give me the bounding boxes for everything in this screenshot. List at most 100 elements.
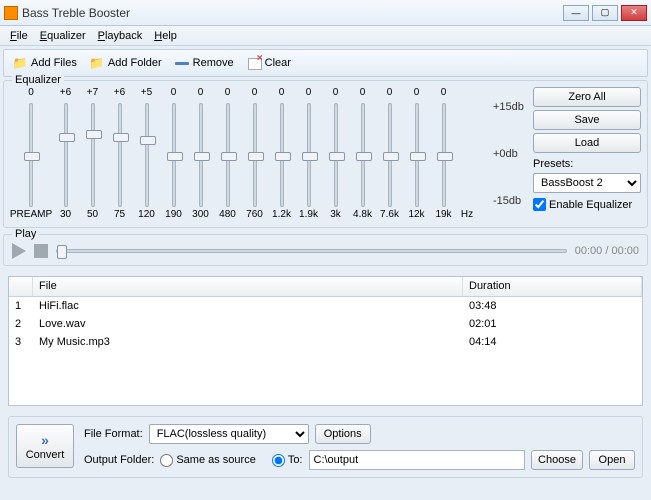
- add-folder-label: Add Folder: [108, 57, 162, 69]
- add-folder-button[interactable]: 📁 Add Folder: [85, 53, 166, 73]
- eq-value: 0: [279, 87, 285, 101]
- menu-playback[interactable]: Playback: [92, 28, 149, 44]
- eq-freq: 300: [192, 209, 209, 223]
- seek-slider[interactable]: [56, 249, 567, 253]
- play-button[interactable]: [12, 243, 26, 259]
- eq-slider[interactable]: [280, 103, 284, 207]
- preamp-slider[interactable]: [29, 103, 33, 207]
- eq-value: 0: [198, 87, 204, 101]
- eq-slider[interactable]: [64, 103, 68, 207]
- row-file: Love.wav: [33, 317, 463, 331]
- enable-equalizer-checkbox[interactable]: Enable Equalizer: [533, 198, 641, 211]
- add-files-button[interactable]: 📁 Add Files: [8, 53, 81, 73]
- same-as-source-radio[interactable]: Same as source: [160, 454, 255, 467]
- menu-help[interactable]: Help: [148, 28, 183, 44]
- table-row[interactable]: 3My Music.mp304:14: [9, 333, 642, 351]
- eq-freq: 4.8k: [353, 209, 372, 223]
- eq-band-12k: 012k: [403, 87, 430, 223]
- eq-band-4.8k: 0 4.8k: [349, 87, 376, 223]
- eq-slider[interactable]: [415, 103, 419, 207]
- to-radio[interactable]: To:: [272, 454, 303, 467]
- time-display: 00:00 / 00:00: [575, 245, 639, 257]
- eq-freq: 7.6k: [380, 209, 399, 223]
- eq-slider[interactable]: [91, 103, 95, 207]
- eq-value: 0: [414, 87, 420, 101]
- play-label: Play: [12, 228, 39, 240]
- file-format-select[interactable]: FLAC(lossless quality): [149, 424, 309, 444]
- eq-slider[interactable]: [334, 103, 338, 207]
- eq-slider[interactable]: [172, 103, 176, 207]
- eq-value: +6: [60, 87, 71, 101]
- eq-band-19k: 019k: [430, 87, 457, 223]
- clear-button[interactable]: Clear: [242, 53, 295, 73]
- open-button[interactable]: Open: [589, 450, 635, 470]
- row-index: 1: [9, 299, 33, 313]
- eq-band-30: +6 30: [52, 87, 79, 223]
- eq-band-300: 0 300: [187, 87, 214, 223]
- zero-all-button[interactable]: Zero All: [533, 87, 641, 107]
- eq-value: 0: [360, 87, 366, 101]
- equalizer-label: Equalizer: [12, 74, 64, 86]
- convert-panel: » Convert File Format: FLAC(lossless qua…: [8, 416, 643, 478]
- choose-button[interactable]: Choose: [531, 450, 583, 470]
- maximize-button[interactable]: ▢: [592, 5, 618, 21]
- file-format-label: File Format:: [84, 428, 143, 440]
- eq-band-1.2k: 01.2k: [268, 87, 295, 223]
- hz-label: Hz: [461, 209, 473, 223]
- clear-icon: [246, 55, 262, 71]
- convert-arrows-icon: »: [41, 432, 49, 448]
- eq-freq: 760: [246, 209, 263, 223]
- eq-slider[interactable]: [226, 103, 230, 207]
- close-button[interactable]: ✕: [621, 5, 647, 21]
- eq-slider[interactable]: [199, 103, 203, 207]
- preamp-value: 0: [28, 87, 34, 101]
- row-duration: 03:48: [463, 299, 642, 313]
- play-panel: Play 00:00 / 00:00: [3, 234, 648, 266]
- add-files-label: Add Files: [31, 57, 77, 69]
- table-row[interactable]: 2Love.wav02:01: [9, 315, 642, 333]
- folder-plus-icon: 📁: [12, 55, 28, 71]
- window-title: Bass Treble Booster: [22, 6, 563, 20]
- convert-button[interactable]: » Convert: [16, 424, 74, 468]
- eq-slider[interactable]: [361, 103, 365, 207]
- eq-value: 0: [171, 87, 177, 101]
- eq-value: 0: [225, 87, 231, 101]
- enable-equalizer-label: Enable Equalizer: [549, 199, 632, 211]
- save-button[interactable]: Save: [533, 110, 641, 130]
- stop-button[interactable]: [34, 244, 48, 258]
- eq-value: 0: [387, 87, 393, 101]
- load-button[interactable]: Load: [533, 133, 641, 153]
- minimize-button[interactable]: —: [563, 5, 589, 21]
- eq-slider[interactable]: [145, 103, 149, 207]
- eq-slider[interactable]: [118, 103, 122, 207]
- eq-slider[interactable]: [307, 103, 311, 207]
- eq-slider[interactable]: [388, 103, 392, 207]
- col-file[interactable]: File: [33, 277, 463, 296]
- eq-freq: 480: [219, 209, 236, 223]
- preset-select[interactable]: BassBoost 2: [533, 173, 641, 193]
- col-duration[interactable]: Duration: [463, 277, 642, 296]
- enable-equalizer-input[interactable]: [533, 198, 546, 211]
- options-button[interactable]: Options: [315, 424, 371, 444]
- eq-slider[interactable]: [442, 103, 446, 207]
- db-mid: +0db: [493, 148, 529, 160]
- eq-value: +7: [87, 87, 98, 101]
- equalizer-panel: Equalizer 0 PREAMP +630+750+675+51200190…: [3, 80, 648, 228]
- eq-freq: 190: [165, 209, 182, 223]
- menu-file[interactable]: File: [4, 28, 34, 44]
- output-path-input[interactable]: [309, 450, 526, 470]
- menu-equalizer[interactable]: Equalizer: [34, 28, 92, 44]
- row-duration: 02:01: [463, 317, 642, 331]
- table-row[interactable]: 1HiFi.flac03:48: [9, 297, 642, 315]
- eq-band-1.9k: 01.9k: [295, 87, 322, 223]
- file-list-header: File Duration: [9, 277, 642, 297]
- row-file: HiFi.flac: [33, 299, 463, 313]
- output-folder-label: Output Folder:: [84, 454, 154, 466]
- eq-freq: 30: [60, 209, 71, 223]
- titlebar: Bass Treble Booster — ▢ ✕: [0, 0, 651, 26]
- menubar: File Equalizer Playback Help: [0, 26, 651, 46]
- eq-freq: 19k: [435, 209, 451, 223]
- eq-freq: 75: [114, 209, 125, 223]
- remove-button[interactable]: Remove: [170, 53, 238, 73]
- eq-slider[interactable]: [253, 103, 257, 207]
